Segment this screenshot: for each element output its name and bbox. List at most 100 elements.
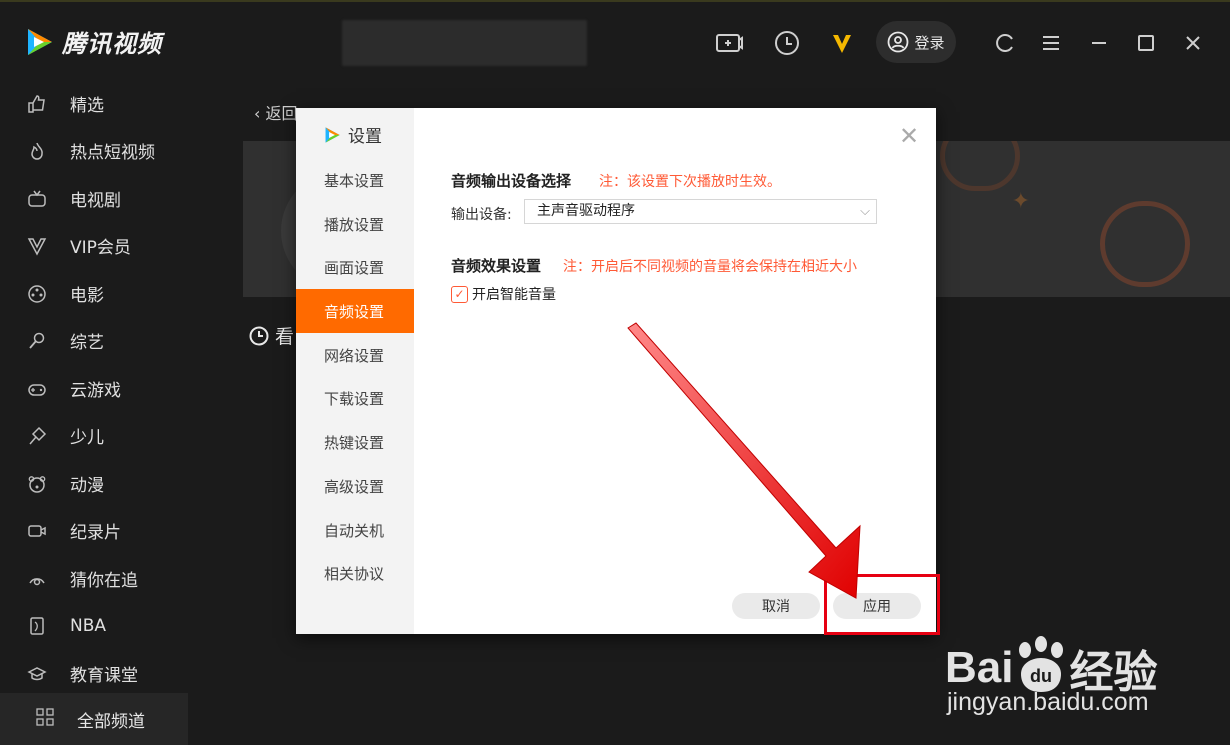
star-decoration-icon: ✦ (1011, 189, 1030, 214)
watermark-domain: jingyan.baidu.com (947, 688, 1149, 716)
maximize-icon[interactable] (1131, 28, 1161, 58)
all-channels-button[interactable]: 全部频道 (0, 693, 188, 745)
vip-icon[interactable] (827, 28, 857, 58)
title-bar: 腾讯视频 登录 (0, 0, 1230, 80)
tab-advanced-settings[interactable]: 高级设置 (296, 464, 414, 508)
graduation-cap-icon (26, 663, 48, 685)
sidebar-item-label: 电影 (70, 286, 104, 306)
settings-nav: 设置 基本设置 播放设置 画面设置 音频设置 网络设置 下载设置 热键设置 高级… (296, 108, 414, 634)
sidebar-item-featured[interactable]: 精选 (0, 80, 188, 127)
kite-icon (26, 425, 48, 447)
sidebar: 精选 热点短视频 电视剧 VIP会员 电影 综艺 云游戏 少儿 动漫 纪录片 猜… (0, 80, 188, 745)
apply-highlight-box (824, 574, 940, 635)
eye-icon (26, 568, 48, 590)
sidebar-item-movie[interactable]: 电影 (0, 270, 188, 317)
sidebar-item-label: 纪录片 (70, 523, 121, 543)
bear-face-icon (26, 473, 48, 495)
tab-auto-shutdown[interactable]: 自动关机 (296, 508, 414, 552)
banner-decoration (940, 141, 1020, 191)
chevron-left-icon: ‹ (254, 104, 261, 123)
chevron-down-icon: ⌵ (860, 204, 870, 219)
all-channels-label: 全部频道 (77, 711, 145, 732)
smart-volume-label: 开启智能音量 (472, 287, 556, 303)
output-device-label: 输出设备: (451, 207, 512, 223)
sidebar-item-cloud-game[interactable]: 云游戏 (0, 365, 188, 412)
sidebar-item-vip[interactable]: VIP会员 (0, 222, 188, 269)
sidebar-item-kids[interactable]: 少儿 (0, 412, 188, 459)
svg-text:du: du (1030, 666, 1052, 686)
login-label: 登录 (914, 33, 945, 52)
output-device-select[interactable]: 主声音驱动程序 ⌵ (524, 199, 877, 224)
tab-playback-settings[interactable]: 播放设置 (296, 202, 414, 246)
output-section-title: 音频输出设备选择 (451, 172, 572, 190)
film-reel-icon (26, 283, 48, 305)
tab-network-settings[interactable]: 网络设置 (296, 333, 414, 377)
sidebar-item-label: 热点短视频 (70, 143, 155, 163)
sidebar-item-label: 猜你在追 (70, 571, 138, 591)
effect-section-title: 音频效果设置 (451, 257, 542, 275)
settings-dialog: 设置 基本设置 播放设置 画面设置 音频设置 网络设置 下载设置 热键设置 高级… (296, 108, 936, 634)
back-link[interactable]: ‹ 返回 (254, 100, 298, 124)
sidebar-item-hot-short[interactable]: 热点短视频 (0, 127, 188, 174)
flame-icon (26, 140, 48, 162)
sidebar-item-label: NBA (70, 615, 107, 636)
tab-hotkey-settings[interactable]: 热键设置 (296, 420, 414, 464)
user-avatar-icon (888, 31, 909, 53)
nba-icon (26, 615, 48, 637)
sidebar-item-label: 动漫 (70, 476, 104, 496)
clock-icon (249, 326, 269, 345)
tab-picture-settings[interactable]: 画面设置 (296, 245, 414, 289)
tab-agreements[interactable]: 相关协议 (296, 551, 414, 595)
sidebar-item-label: 云游戏 (70, 381, 121, 401)
refresh-icon[interactable] (990, 28, 1020, 58)
output-device-value: 主声音驱动程序 (537, 203, 635, 219)
screen-record-icon[interactable] (714, 28, 744, 58)
app-name: 腾讯视频 (62, 30, 162, 58)
dialog-close-icon[interactable]: ✕ (899, 124, 919, 148)
sidebar-item-label: 少儿 (70, 428, 104, 448)
dialog-title: 设置 (322, 122, 382, 147)
sidebar-item-variety[interactable]: 综艺 (0, 317, 188, 364)
vip-icon (26, 235, 48, 257)
watermark-bai: Bai (945, 643, 1014, 692)
close-icon[interactable] (1178, 28, 1208, 58)
watch-history-heading: 看 (249, 322, 294, 349)
sidebar-item-documentary[interactable]: 纪录片 (0, 507, 188, 554)
grid-icon (36, 707, 54, 731)
smart-volume-checkbox[interactable]: ✓ (451, 285, 468, 303)
sidebar-item-education[interactable]: 教育课堂 (0, 650, 188, 697)
sidebar-item-label: 精选 (70, 96, 104, 116)
video-camera-icon (26, 520, 48, 542)
sidebar-item-guess-following[interactable]: 猜你在追 (0, 555, 188, 602)
menu-icon[interactable] (1036, 28, 1066, 58)
sidebar-item-label: VIP会员 (70, 238, 131, 258)
tv-icon (26, 188, 48, 210)
sidebar-item-anime[interactable]: 动漫 (0, 460, 188, 507)
sidebar-item-label: 电视剧 (70, 191, 121, 211)
dialog-title-text: 设置 (348, 127, 382, 147)
tencent-video-logo-icon (325, 126, 340, 143)
back-label: 返回 (265, 104, 298, 123)
gamepad-icon (26, 378, 48, 400)
bear-decoration-icon (1100, 201, 1190, 287)
tab-basic-settings[interactable]: 基本设置 (296, 158, 414, 202)
sidebar-item-nba[interactable]: NBA (0, 602, 188, 649)
history-label: 看 (275, 326, 295, 348)
output-note: 注：该设置下次播放时生效。 (599, 174, 781, 190)
minimize-icon[interactable] (1084, 28, 1114, 58)
sidebar-item-label: 教育课堂 (70, 666, 138, 686)
sidebar-item-tv[interactable]: 电视剧 (0, 175, 188, 222)
microphone-icon (26, 330, 48, 352)
tab-audio-settings[interactable]: 音频设置 (296, 289, 414, 333)
app-logo[interactable]: 腾讯视频 (22, 24, 162, 59)
thumbs-up-icon (26, 93, 48, 115)
tab-download-settings[interactable]: 下载设置 (296, 376, 414, 420)
sidebar-item-label: 综艺 (70, 333, 104, 353)
history-clock-icon[interactable] (772, 28, 802, 58)
cancel-button[interactable]: 取消 (732, 593, 820, 619)
search-box-blurred[interactable] (342, 20, 587, 66)
smart-volume-option[interactable]: ✓ 开启智能音量 (451, 284, 556, 304)
login-button[interactable]: 登录 (876, 21, 956, 63)
effect-note: 注：开启后不同视频的音量将会保持在相近大小 (563, 259, 857, 275)
baidu-jingyan-watermark: Bai du 经验 jingyan.baidu.com (945, 612, 1170, 722)
